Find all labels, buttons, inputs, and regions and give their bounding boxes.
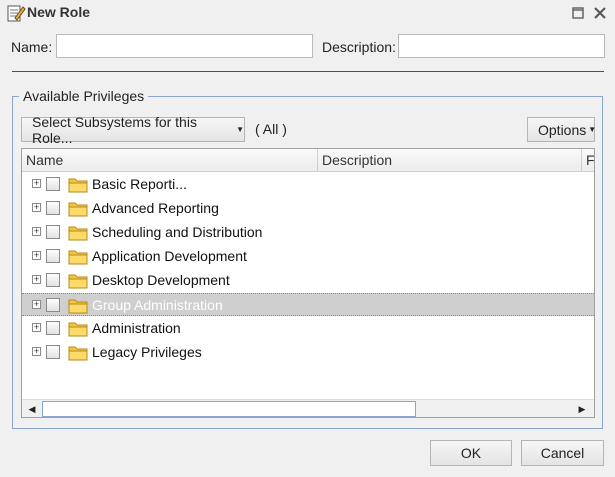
privilege-checkbox[interactable] xyxy=(46,321,60,335)
expand-plus-icon[interactable]: + xyxy=(32,323,41,332)
privilege-label: Basic Reporti... xyxy=(92,176,187,192)
select-subsystems-label: Select Subsystems for this Role... xyxy=(32,113,197,146)
ok-button[interactable]: OK xyxy=(430,440,512,466)
privilege-row[interactable]: + Basic Reporti... xyxy=(22,173,594,196)
close-icon[interactable] xyxy=(593,6,607,20)
expand-plus-icon[interactable]: + xyxy=(32,300,41,309)
name-input[interactable] xyxy=(56,34,313,58)
options-label: Options xyxy=(538,121,587,138)
privilege-checkbox[interactable] xyxy=(46,273,60,287)
cancel-button[interactable]: Cancel xyxy=(521,440,604,466)
privilege-label: Group Administration xyxy=(92,297,223,313)
privilege-label: Application Development xyxy=(92,248,247,264)
scroll-right-icon[interactable]: ▶ xyxy=(574,401,590,417)
folder-icon xyxy=(68,346,88,361)
dropdown-caret-icon: ▼ xyxy=(588,125,597,134)
role-edit-icon xyxy=(7,5,26,22)
folder-icon xyxy=(68,299,88,314)
column-header-fo[interactable]: Fo xyxy=(582,149,594,171)
folder-icon xyxy=(68,250,88,265)
scroll-left-icon[interactable]: ◀ xyxy=(24,401,40,417)
divider xyxy=(12,71,604,72)
expand-plus-icon[interactable]: + xyxy=(32,179,41,188)
expand-plus-icon[interactable]: + xyxy=(32,347,41,356)
dropdown-caret-icon: ▼ xyxy=(236,125,244,134)
horizontal-scrollbar[interactable]: ◀ ▶ xyxy=(22,399,594,417)
expand-plus-icon[interactable]: + xyxy=(32,275,41,284)
subsystem-filter-label: ( All ) xyxy=(255,121,287,137)
grid-header: Name Description Fo xyxy=(22,149,594,172)
privilege-checkbox[interactable] xyxy=(46,225,60,239)
column-header-name[interactable]: Name xyxy=(22,149,318,171)
privilege-label: Scheduling and Distribution xyxy=(92,224,263,240)
expand-plus-icon[interactable]: + xyxy=(32,203,41,212)
description-label: Description: xyxy=(322,39,396,55)
privilege-row[interactable]: + Administration xyxy=(22,317,594,340)
privilege-row[interactable]: + Advanced Reporting xyxy=(22,197,594,220)
privilege-row[interactable]: + Application Development xyxy=(22,245,594,268)
expand-plus-icon[interactable]: + xyxy=(32,251,41,260)
privilege-row[interactable]: + Group Administration xyxy=(22,293,594,316)
privilege-checkbox[interactable] xyxy=(46,201,60,215)
privilege-checkbox[interactable] xyxy=(46,298,60,312)
privilege-label: Administration xyxy=(92,320,181,336)
expand-plus-icon[interactable]: + xyxy=(32,227,41,236)
privilege-checkbox[interactable] xyxy=(46,345,60,359)
name-label: Name: xyxy=(11,39,53,55)
folder-icon xyxy=(68,202,88,217)
options-button[interactable]: Options ▼ xyxy=(527,117,597,142)
privilege-label: Advanced Reporting xyxy=(92,200,219,216)
folder-icon xyxy=(68,322,88,337)
privilege-label: Desktop Development xyxy=(92,272,230,288)
maximize-icon[interactable] xyxy=(571,6,585,20)
privilege-row[interactable]: + Legacy Privileges xyxy=(22,341,594,364)
description-input[interactable] xyxy=(398,34,605,58)
privilege-row[interactable]: + Desktop Development xyxy=(22,269,594,292)
window-title: New Role xyxy=(27,4,91,20)
privileges-grid: Name Description Fo + Basic Reporti... + Ad… xyxy=(21,148,595,418)
select-subsystems-button[interactable]: Select Subsystems for this Role... ▼ xyxy=(21,114,245,146)
privileges-legend: Available Privileges xyxy=(19,88,149,104)
folder-icon xyxy=(68,274,88,289)
scroll-thumb[interactable] xyxy=(42,401,416,417)
privilege-label: Legacy Privileges xyxy=(92,344,202,360)
column-header-description[interactable]: Description xyxy=(318,149,582,171)
privilege-checkbox[interactable] xyxy=(46,249,60,263)
folder-icon xyxy=(68,178,88,193)
folder-icon xyxy=(68,226,88,241)
privilege-row[interactable]: + Scheduling and Distribution xyxy=(22,221,594,244)
title-bar: New Role xyxy=(0,0,615,26)
privilege-checkbox[interactable] xyxy=(46,177,60,191)
